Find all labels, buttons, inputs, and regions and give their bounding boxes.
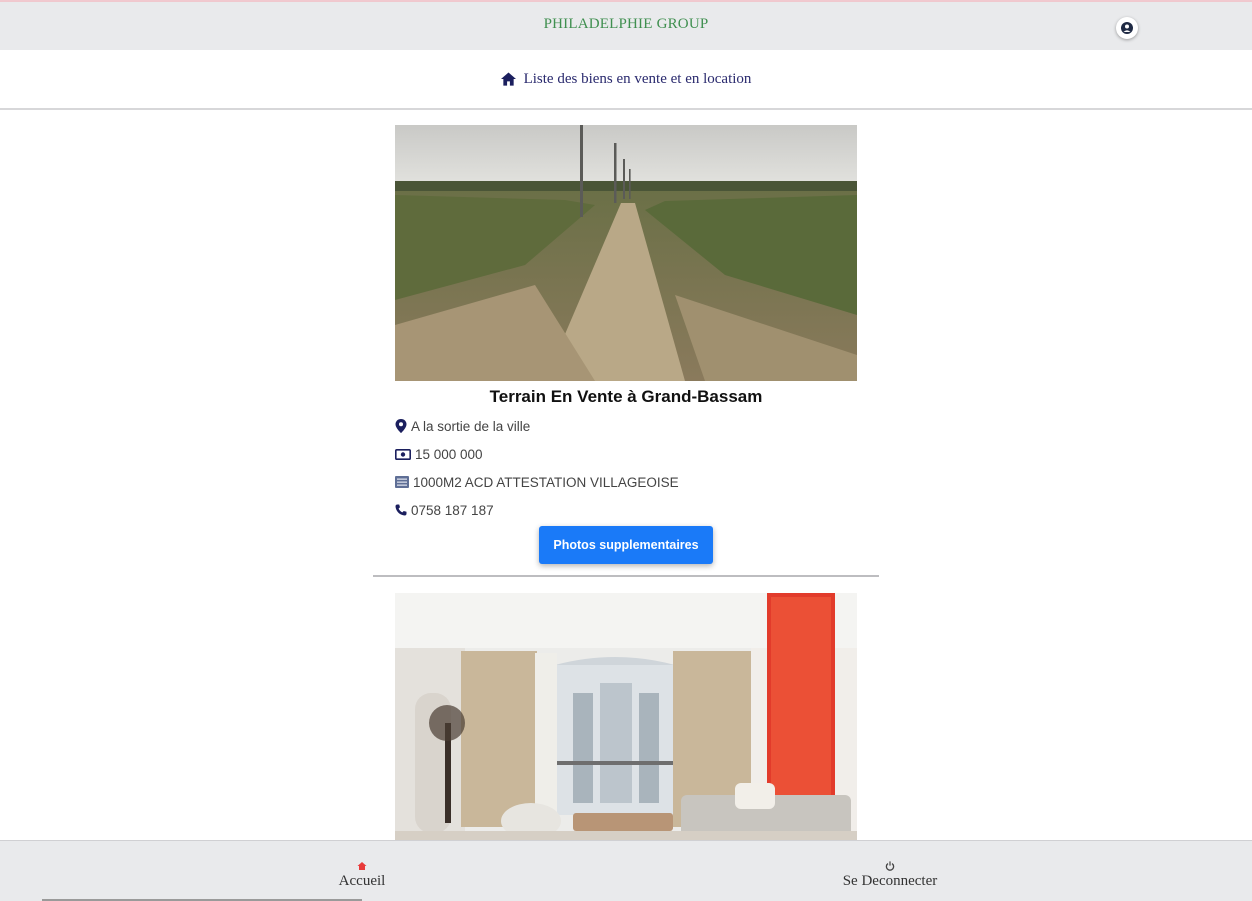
listing-price: 15 000 000: [395, 440, 857, 468]
phone-icon: [395, 504, 407, 516]
listing-phone: 0758 187 187: [395, 496, 857, 524]
listing-feed[interactable]: Terrain En Vente à Grand-Bassam A la sor…: [0, 110, 1252, 840]
phone-text: 0758 187 187: [411, 502, 494, 518]
listing-location: A la sortie de la ville: [395, 412, 857, 440]
money-icon: [395, 448, 411, 460]
profile-button[interactable]: [1116, 17, 1138, 39]
page-title: Liste des biens en vente et en location: [523, 70, 752, 87]
nav-home-label: Accueil: [338, 873, 386, 889]
listing-details: 1000M2 ACD ATTESTATION VILLAGEOISE: [395, 468, 857, 496]
location-text: A la sortie de la ville: [411, 418, 531, 434]
land-photo[interactable]: [395, 125, 857, 381]
list-icon: [395, 476, 409, 488]
map-pin-icon: [395, 419, 407, 433]
bottom-navigation: Accueil Se Deconnecter: [0, 840, 1252, 901]
button-row: Photos supplementaires: [395, 526, 857, 564]
listing-divider: [373, 575, 879, 577]
listing-title: Terrain En Vente à Grand-Bassam: [489, 387, 763, 406]
listing-card: [395, 593, 857, 840]
living-room-photo[interactable]: [395, 593, 857, 840]
user-avatar-icon: [1121, 22, 1133, 34]
details-text: 1000M2 ACD ATTESTATION VILLAGEOISE: [413, 474, 679, 490]
power-icon: [820, 859, 960, 871]
home-icon: [500, 72, 516, 86]
price-text: 15 000 000: [415, 446, 483, 462]
listing-card: Terrain En Vente à Grand-Bassam A la sor…: [395, 125, 857, 564]
nav-home[interactable]: Accueil: [332, 859, 392, 890]
page-header: Liste des biens en vente et en location: [0, 50, 1252, 110]
more-photos-button[interactable]: Photos supplementaires: [539, 526, 713, 564]
brand-title: PHILADELPHIE GROUP: [543, 16, 709, 32]
app-bar: PHILADELPHIE GROUP: [0, 2, 1252, 50]
nav-logout-label: Se Deconnecter: [842, 873, 938, 889]
home-dot-icon: [332, 859, 392, 871]
nav-logout[interactable]: Se Deconnecter: [820, 859, 960, 890]
